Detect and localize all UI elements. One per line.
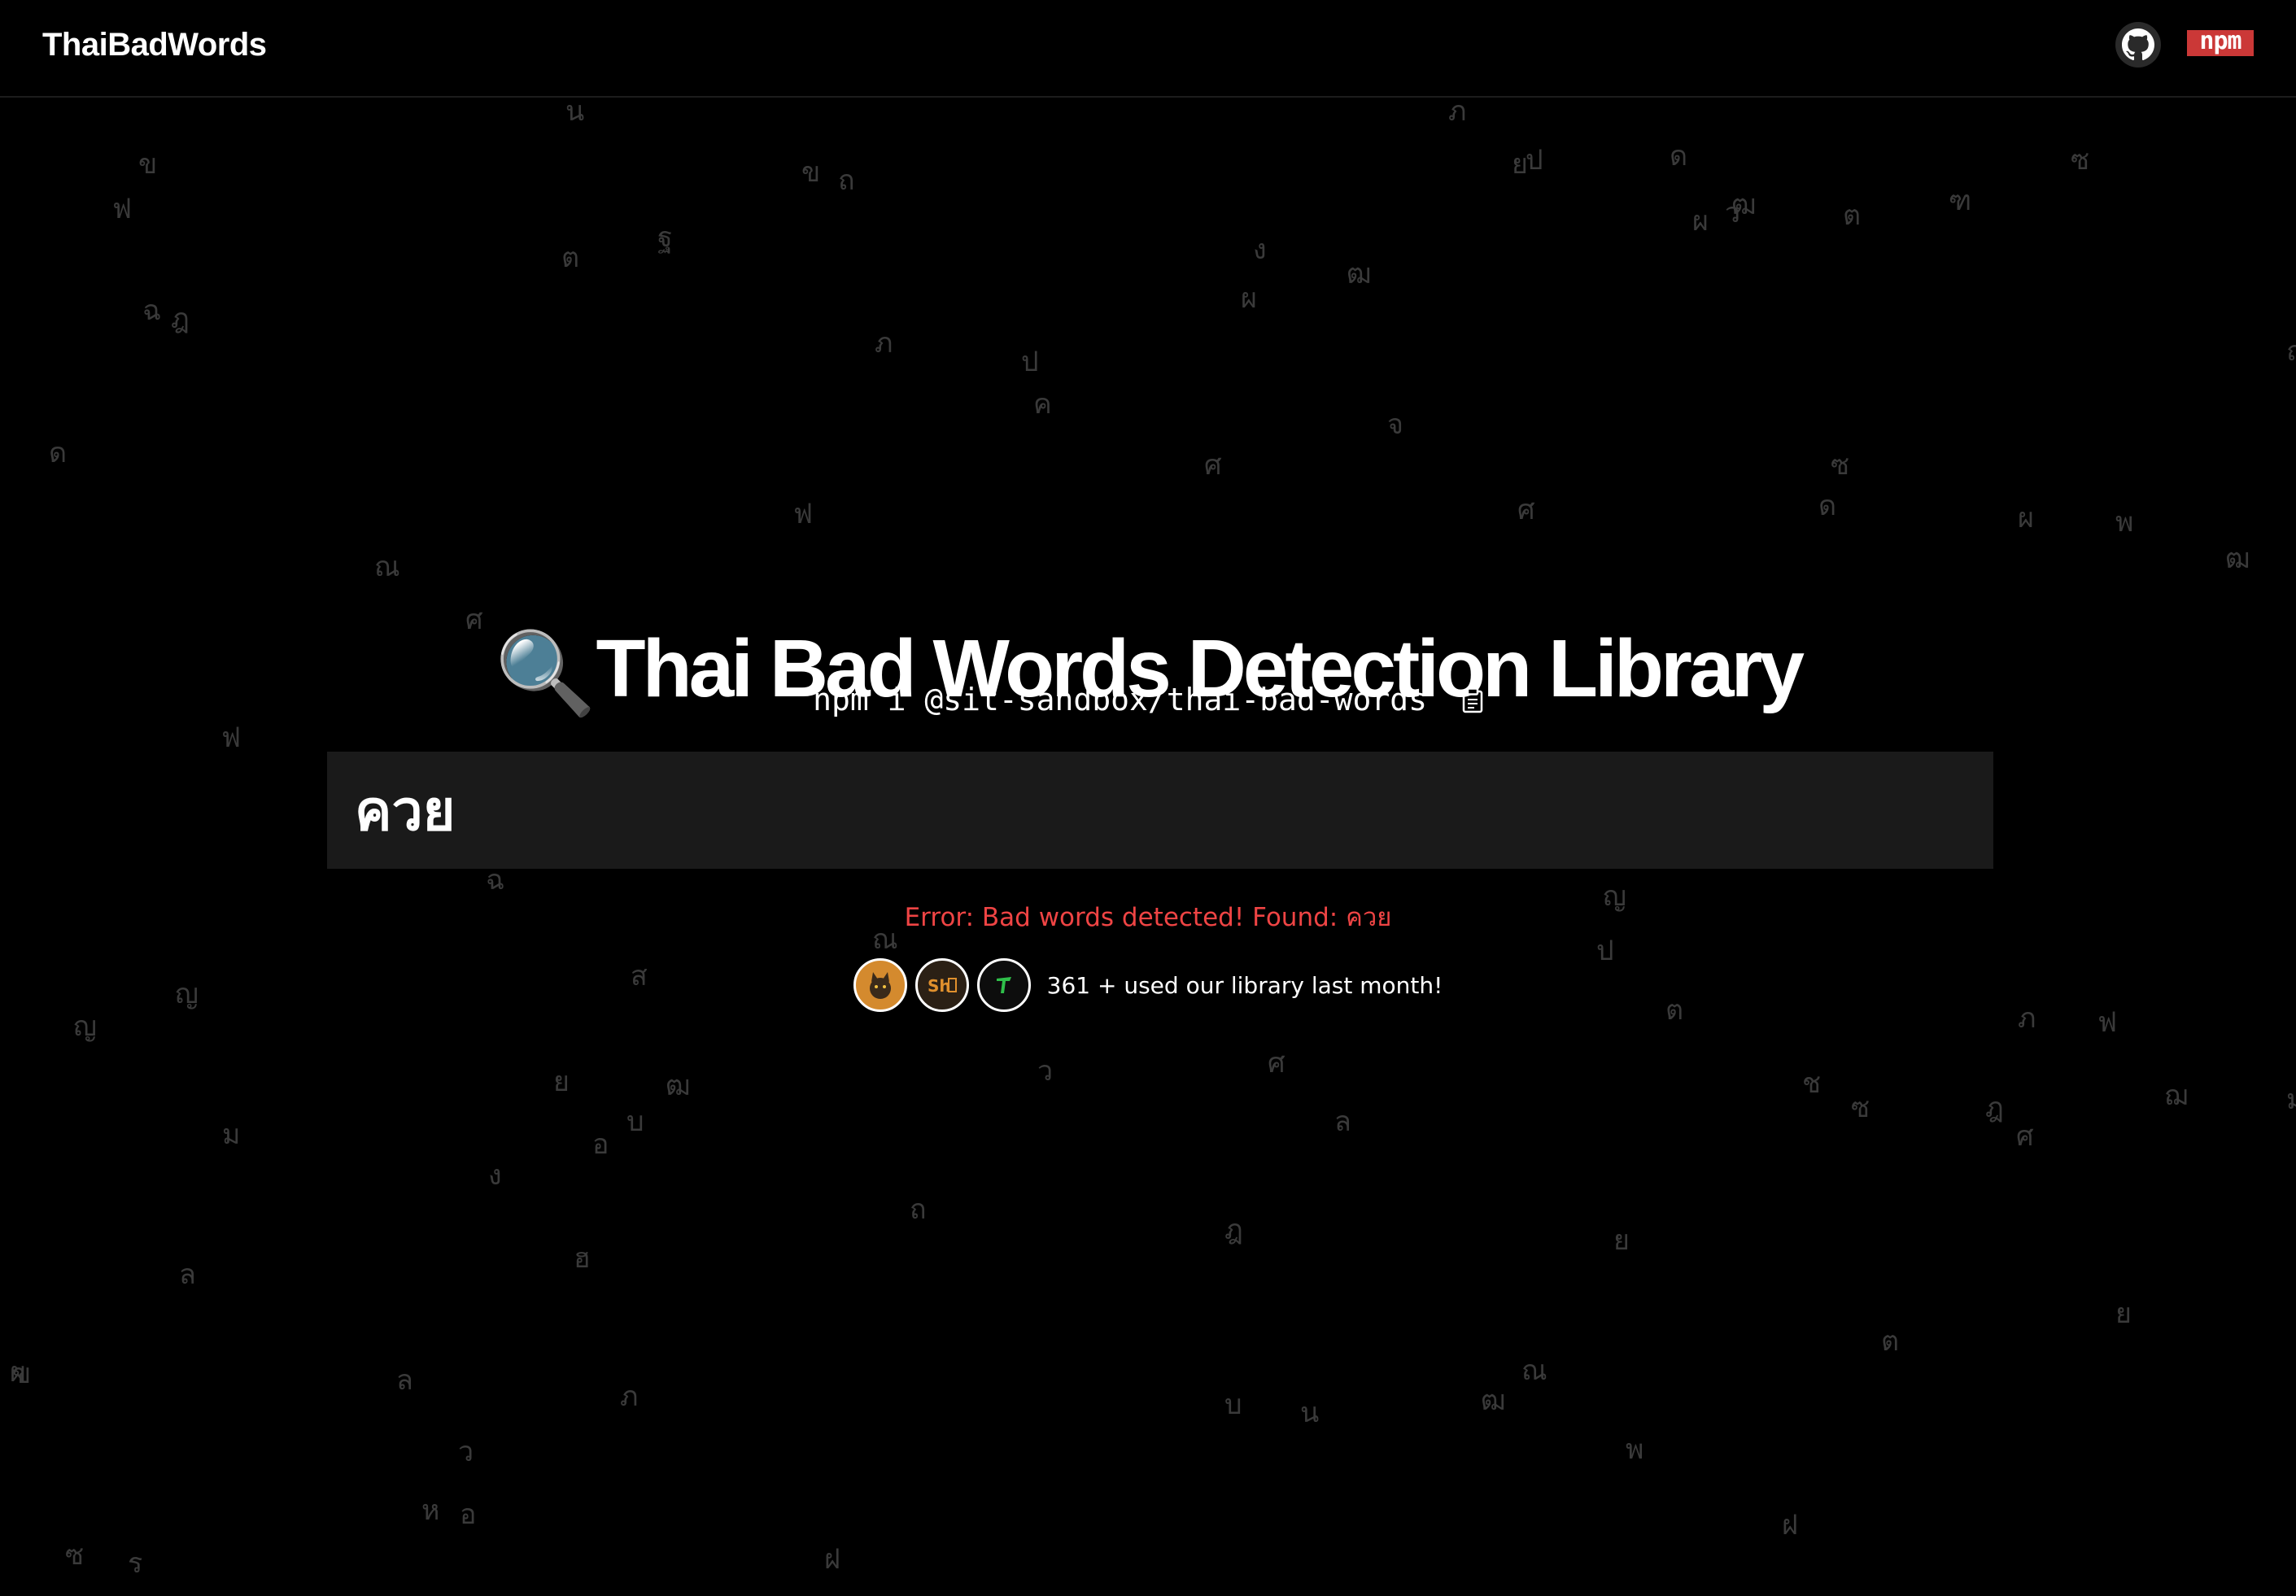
background-char: พ	[2115, 506, 2134, 539]
background-char: ป	[1021, 346, 1039, 378]
background-char: ผ	[1241, 282, 1257, 315]
background-char: ซ	[2071, 144, 2090, 177]
background-char: ภ	[620, 1380, 639, 1413]
background-char: ฒ	[666, 1070, 691, 1102]
background-char: จ	[1387, 408, 1403, 441]
background-char: ฟ	[2097, 1006, 2118, 1039]
background-char: ภ	[1448, 95, 1467, 128]
background-char: พ	[1626, 1433, 1644, 1466]
github-link[interactable]	[2115, 22, 2161, 68]
background-char: ญ	[73, 1010, 97, 1043]
background-char: ด	[1670, 140, 1688, 172]
background-char: ฎ	[1985, 1092, 2004, 1124]
background-char: ว	[1037, 1055, 1054, 1088]
social-proof: Sh 361 + used our library last month!	[0, 958, 2296, 1012]
background-char: ร	[128, 1547, 143, 1580]
npm-logo-label: npm	[2199, 27, 2241, 55]
background-char: ย	[2115, 1297, 2132, 1330]
background-char: ณ	[374, 551, 400, 583]
background-char: ง	[488, 1159, 502, 1192]
background-char: ต	[1843, 199, 1862, 232]
background-char: อ	[460, 1498, 477, 1531]
github-icon	[2122, 28, 2154, 61]
background-char: ฟ	[221, 722, 242, 754]
background-char: ผ	[2018, 502, 2034, 534]
cat-icon	[869, 972, 891, 999]
clipboard-icon[interactable]	[1462, 685, 1483, 721]
background-char: อ	[592, 1128, 609, 1161]
background-char: ม	[2286, 1084, 2296, 1116]
background-char: ฉ	[142, 294, 162, 327]
background-char: ผ	[10, 1356, 26, 1389]
user-avatar-3	[976, 958, 1031, 1012]
background-char: ป	[1526, 144, 1543, 177]
background-char: ย	[1613, 1224, 1630, 1257]
install-command-text: npm i @sit-sandbox/thai-bad-words	[813, 682, 1428, 717]
background-char: ฝ	[824, 1543, 840, 1576]
background-char: ซ	[1831, 449, 1850, 482]
background-char: ฒ	[2225, 543, 2250, 575]
search-box	[327, 752, 1993, 869]
top-navbar: ThaiBadWords npm	[0, 0, 2296, 98]
background-char: ผ	[1692, 205, 1709, 238]
background-char: ต	[1881, 1325, 1900, 1358]
background-char: ณ	[1521, 1354, 1547, 1387]
install-command: npm i @sit-sandbox/thai-bad-words	[0, 682, 2296, 721]
background-char: ว	[458, 1436, 474, 1468]
background-char: ช	[1802, 1067, 1822, 1100]
background-char: ด	[1818, 490, 1837, 522]
background-char: ข	[138, 148, 158, 181]
background-char: ศ	[1517, 494, 1535, 526]
background-char: ฟ	[112, 193, 133, 225]
background-char: ฎ	[171, 303, 190, 335]
svg-text:Sh: Sh	[928, 976, 951, 996]
background-char: ม	[222, 1119, 241, 1151]
background-char: ง	[1253, 233, 1267, 266]
background-char: ฌ	[2164, 1079, 2189, 1112]
background-char: บ	[626, 1105, 644, 1138]
background-char: ฒ	[1481, 1385, 1506, 1417]
background-char: ภ	[875, 327, 893, 360]
sh-logo-icon: Sh	[928, 976, 957, 996]
background-char: ข	[801, 156, 821, 189]
background-char: ซ	[65, 1539, 85, 1572]
brand-logo-text[interactable]: ThaiBadWords	[42, 27, 267, 63]
background-char: ฝ	[1782, 1509, 1798, 1541]
background-char: ฑ	[1949, 185, 1972, 217]
background-char: ฎ	[1224, 1214, 1243, 1246]
background-char: ฐ	[657, 221, 673, 254]
background-char: ศ	[2016, 1120, 2034, 1153]
background-char: ณ	[2286, 338, 2296, 365]
background-char: ฟ	[793, 498, 814, 530]
background-char: ค	[1033, 388, 1052, 421]
background-char: ศ	[1268, 1047, 1285, 1079]
background-char: ฮ	[574, 1242, 591, 1275]
background-char: ต	[561, 242, 580, 274]
background-char: ล	[1334, 1105, 1351, 1138]
background-char: ศ	[1204, 449, 1222, 482]
background-char: ถ	[838, 164, 855, 197]
background-char: น	[565, 95, 585, 128]
background-char: ล	[179, 1258, 196, 1291]
background-char: ห	[421, 1494, 440, 1527]
background-char: ด	[49, 437, 68, 469]
usage-count-text: 361 + used our library last month!	[1046, 971, 1443, 999]
npm-link[interactable]: npm	[2187, 27, 2254, 56]
user-avatar-2: Sh	[914, 958, 969, 1012]
background-char: ย	[553, 1066, 570, 1098]
background-char: บ	[1224, 1389, 1242, 1421]
bad-word-input[interactable]	[351, 752, 1969, 869]
background-char: ล	[396, 1364, 413, 1397]
background-char: ซ	[1851, 1092, 1870, 1124]
background-char: น	[1300, 1397, 1320, 1429]
t-logo-icon	[996, 977, 1011, 993]
error-message: Error: Bad words detected! Found: ควย	[904, 903, 1392, 932]
background-char: ถ	[910, 1193, 927, 1226]
background-char: ฒ	[1347, 258, 1372, 290]
background-char: ย	[1512, 148, 1528, 181]
user-avatar-1	[853, 958, 907, 1012]
background-char: ฉ	[486, 864, 505, 896]
background-char: ว	[1725, 197, 1741, 229]
